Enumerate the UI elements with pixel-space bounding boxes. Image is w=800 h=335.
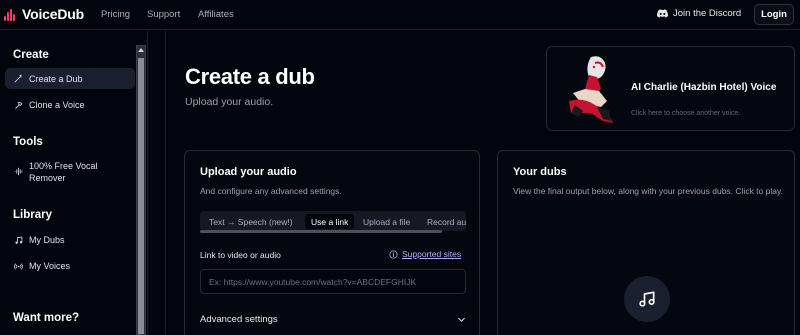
advanced-settings-toggle[interactable]: Advanced settings <box>200 314 466 325</box>
hammer-icon <box>15 101 23 109</box>
music-placeholder <box>624 276 670 322</box>
supported-sites-label: Supported sites <box>402 249 462 259</box>
upload-card: Upload your audio And configure any adva… <box>184 150 480 335</box>
sidebar-item-vocal-remover[interactable]: 100% Free Vocal Remover <box>5 160 135 184</box>
nav-link-pricing[interactable]: Pricing <box>101 9 130 20</box>
voice-hint: Click here to choose another voice. <box>631 110 741 117</box>
upload-card-description: And configure any advanced settings. <box>200 186 342 196</box>
sidebar: Create Create a Dub Clone a Voice Tools … <box>0 31 148 335</box>
nav-link-affiliates[interactable]: Affiliates <box>198 9 234 20</box>
sidebar-scrollbar[interactable] <box>136 45 146 335</box>
scrollbar-thumb[interactable] <box>138 58 144 334</box>
logo-icon <box>4 7 18 21</box>
voice-selector-card[interactable]: AI Charlie (Hazbin Hotel) Voice Click he… <box>546 46 795 131</box>
page-title: Create a dub <box>185 64 315 89</box>
sidebar-heading-tools: Tools <box>13 136 43 148</box>
sidebar-item-label-line: Remover <box>29 173 66 183</box>
page-subtitle: Upload your audio. <box>185 96 274 108</box>
app-name: VoiceDub <box>22 6 84 22</box>
sidebar-item-label: My Voices <box>29 261 71 271</box>
upload-card-title: Upload your audio <box>200 166 297 178</box>
your-dubs-card: Your dubs View the final output below, a… <box>497 150 795 335</box>
sidebar-item-label-line: 100% Free Vocal <box>29 161 98 171</box>
link-url-input[interactable] <box>200 269 466 294</box>
dubs-card-description: View the final output below, along with … <box>513 186 783 196</box>
info-icon <box>389 249 398 259</box>
sidebar-item-clone-a-voice[interactable]: Clone a Voice <box>5 99 135 111</box>
tabs-scrollbar[interactable] <box>200 230 442 233</box>
sidebar-item-label: Create a Dub <box>29 73 83 84</box>
nav-link-support[interactable]: Support <box>147 9 180 20</box>
voice-avatar <box>569 56 613 123</box>
sidebar-heading-want-more: Want more? <box>13 312 80 324</box>
main-divider <box>165 31 166 335</box>
logo[interactable]: VoiceDub <box>4 6 84 22</box>
discord-icon <box>657 9 668 18</box>
supported-sites-link[interactable]: Supported sites <box>389 249 461 259</box>
advanced-settings-label: Advanced settings <box>200 314 278 325</box>
sidebar-item-label: Clone a Voice <box>29 100 85 110</box>
dubs-card-title: Your dubs <box>513 166 567 178</box>
tab-text-to-speech[interactable]: Text → Speech (new!) <box>209 214 293 229</box>
tab-upload-a-file[interactable]: Upload a file <box>363 214 410 229</box>
link-field-label: Link to video or audio <box>200 250 281 260</box>
tab-record-audio[interactable]: Record au <box>427 214 466 229</box>
tab-use-a-link[interactable]: Use a link <box>305 214 355 229</box>
top-navbar: VoiceDub Pricing Support Affiliates Join… <box>0 0 800 30</box>
sidebar-item-label: 100% Free Vocal Remover <box>29 160 98 184</box>
chevron-down-icon <box>458 317 465 322</box>
music-note-icon <box>639 291 655 307</box>
discord-label: Join the Discord <box>673 8 742 19</box>
radio-waves-icon <box>14 262 23 270</box>
sidebar-item-my-voices[interactable]: My Voices <box>5 260 135 272</box>
waveform-icon <box>14 167 23 176</box>
wand-icon <box>14 74 22 83</box>
sidebar-item-create-a-dub[interactable]: Create a Dub <box>5 68 135 89</box>
upload-tabs: Text → Speech (new!) Use a link Upload a… <box>200 211 466 231</box>
music-note-icon <box>15 236 23 244</box>
sidebar-item-label: My Dubs <box>29 235 65 245</box>
join-discord-link[interactable]: Join the Discord <box>657 8 741 19</box>
sidebar-item-my-dubs[interactable]: My Dubs <box>5 234 135 246</box>
sidebar-heading-create: Create <box>13 49 49 61</box>
login-button[interactable]: Login <box>754 4 794 25</box>
scroll-up-arrow-icon[interactable] <box>138 48 144 52</box>
sidebar-heading-library: Library <box>13 209 52 221</box>
voice-name: AI Charlie (Hazbin Hotel) Voice <box>631 82 777 93</box>
